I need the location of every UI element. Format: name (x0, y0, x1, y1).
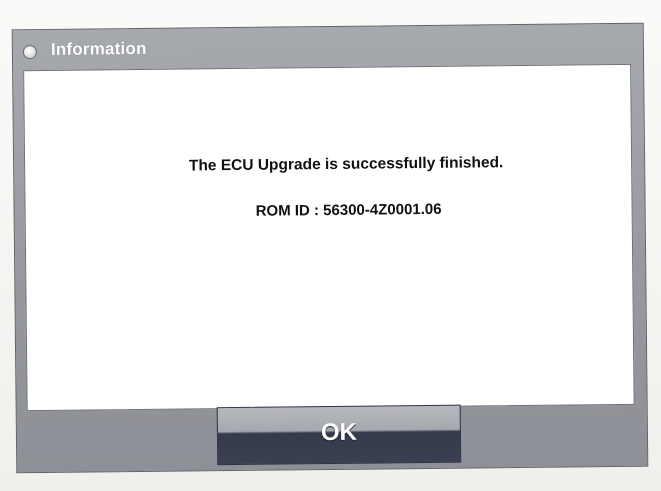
message-panel: The ECU Upgrade is successfully finished… (23, 63, 635, 412)
ok-button-label: OK (320, 418, 358, 447)
info-circle-icon (22, 45, 38, 60)
ok-button[interactable]: OK (216, 404, 462, 466)
rom-id-text: ROM ID : 56300-4Z0001.06 (255, 200, 442, 220)
dialog-titlebar[interactable]: Information (13, 24, 643, 71)
information-dialog: Information The ECU Upgrade is successfu… (11, 22, 649, 474)
success-message: The ECU Upgrade is successfully finished… (188, 154, 504, 175)
dialog-title: Information (50, 38, 147, 59)
